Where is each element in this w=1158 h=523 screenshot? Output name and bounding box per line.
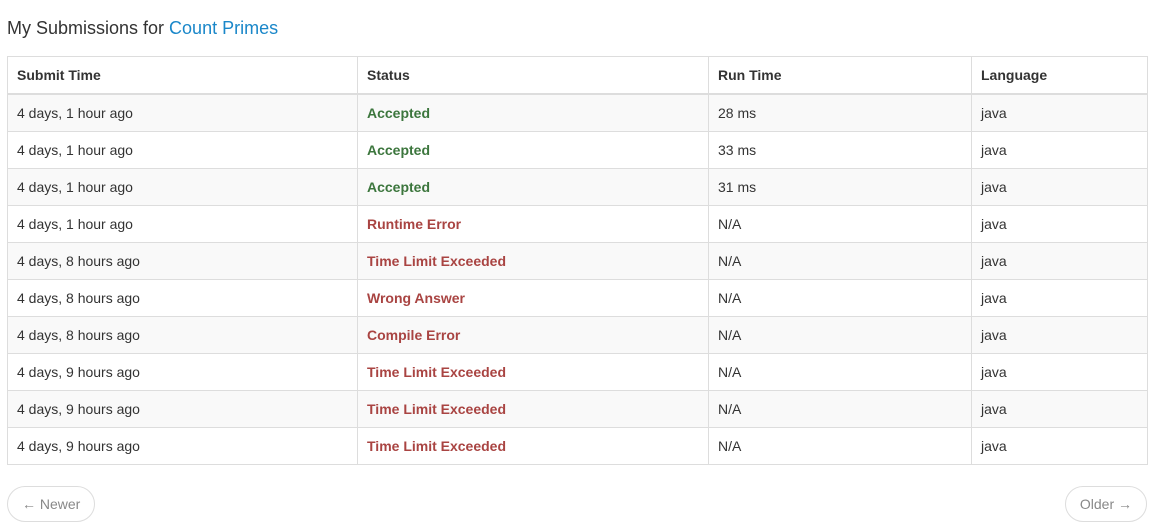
run-time-cell: N/A (708, 316, 972, 354)
language-cell: java (971, 242, 1148, 280)
submit-time-cell: 4 days, 8 hours ago (7, 279, 358, 317)
older-button[interactable]: Older → (1064, 486, 1147, 522)
submit-time-cell: 4 days, 1 hour ago (7, 131, 358, 169)
language-cell: java (971, 353, 1148, 391)
table-row: 4 days, 8 hours ago Wrong Answer N/A java (7, 279, 1148, 317)
column-header-status: Status (357, 56, 709, 95)
language-cell: java (971, 427, 1148, 465)
run-time-cell: 28 ms (708, 93, 972, 132)
status-cell[interactable]: Accepted (357, 93, 709, 132)
table-row: 4 days, 1 hour ago Accepted 28 ms java (7, 93, 1148, 132)
run-time-cell: 31 ms (708, 168, 972, 206)
table-row: 4 days, 8 hours ago Compile Error N/A java (7, 316, 1148, 354)
problem-link[interactable]: Count Primes (169, 18, 278, 38)
run-time-cell: N/A (708, 205, 972, 243)
submissions-table-wrapper: Submit Time Status Run Time Language 4 d… (7, 56, 1148, 465)
run-time-cell: N/A (708, 242, 972, 280)
submit-time-cell: 4 days, 8 hours ago (7, 242, 358, 280)
column-header-submit-time: Submit Time (7, 56, 358, 95)
submit-time-cell: 4 days, 9 hours ago (7, 353, 358, 391)
language-cell: java (971, 205, 1148, 243)
language-cell: java (971, 93, 1148, 132)
newer-label: Newer (39, 496, 81, 512)
run-time-cell: N/A (708, 353, 972, 391)
language-cell: java (971, 316, 1148, 354)
table-row: 4 days, 1 hour ago Accepted 31 ms java (7, 168, 1148, 206)
submit-time-cell: 4 days, 1 hour ago (7, 205, 358, 243)
table-row: 4 days, 1 hour ago Accepted 33 ms java (7, 131, 1148, 169)
submit-time-cell: 4 days, 1 hour ago (7, 93, 358, 132)
language-cell: java (971, 279, 1148, 317)
run-time-cell: N/A (708, 427, 972, 465)
older-label: Older (1079, 496, 1115, 512)
arrow-right-icon: → (1118, 496, 1132, 512)
column-header-language: Language (971, 56, 1148, 95)
page-title: My Submissions for Count Primes (7, 16, 278, 40)
language-cell: java (971, 131, 1148, 169)
column-header-run-time: Run Time (708, 56, 972, 95)
submit-time-cell: 4 days, 9 hours ago (7, 390, 358, 428)
run-time-cell: 33 ms (708, 131, 972, 169)
run-time-cell: N/A (708, 390, 972, 428)
status-cell[interactable]: Accepted (357, 131, 709, 169)
status-cell[interactable]: Compile Error (357, 316, 709, 354)
submissions-table: Submit Time Status Run Time Language 4 d… (7, 56, 1148, 465)
language-cell: java (971, 390, 1148, 428)
table-header: Submit Time Status Run Time Language (7, 56, 1148, 95)
status-cell[interactable]: Time Limit Exceeded (357, 353, 709, 391)
table-row: 4 days, 1 hour ago Runtime Error N/A java (7, 205, 1148, 243)
submissions-page: My Submissions for Count Primes Submit T… (0, 0, 1158, 523)
language-cell: java (971, 168, 1148, 206)
submit-time-cell: 4 days, 8 hours ago (7, 316, 358, 354)
submit-time-cell: 4 days, 9 hours ago (7, 427, 358, 465)
header-row: Submit Time Status Run Time Language (7, 56, 1148, 95)
run-time-cell: N/A (708, 279, 972, 317)
status-cell[interactable]: Runtime Error (357, 205, 709, 243)
status-cell[interactable]: Time Limit Exceeded (357, 242, 709, 280)
status-cell[interactable]: Wrong Answer (357, 279, 709, 317)
table-row: 4 days, 9 hours ago Time Limit Exceeded N/… (7, 390, 1148, 428)
table-body: 4 days, 1 hour ago Accepted 28 ms java 4 day… (7, 93, 1148, 465)
status-cell[interactable]: Time Limit Exceeded (357, 390, 709, 428)
newer-button[interactable]: ← Newer (7, 486, 96, 522)
status-cell[interactable]: Accepted (357, 168, 709, 206)
table-row: 4 days, 8 hours ago Time Limit Exceeded N/… (7, 242, 1148, 280)
table-row: 4 days, 9 hours ago Time Limit Exceeded N/… (7, 353, 1148, 391)
page-title-prefix: My Submissions for (7, 18, 170, 38)
table-row: 4 days, 9 hours ago Time Limit Exceeded N/… (7, 427, 1148, 465)
submit-time-cell: 4 days, 1 hour ago (7, 168, 358, 206)
arrow-left-icon: ← (22, 496, 36, 512)
status-cell[interactable]: Time Limit Exceeded (357, 427, 709, 465)
